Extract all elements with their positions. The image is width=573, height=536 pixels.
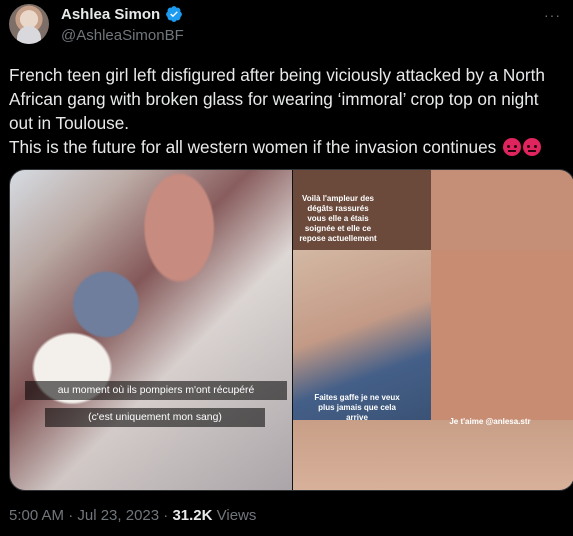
tweet-media[interactable]: au moment où ils pompiers m'ont récupéré… — [9, 169, 573, 491]
media-caption-left-2: (c'est uniquement mon sang) — [45, 408, 265, 427]
verified-badge-icon — [166, 6, 183, 22]
tweet-text-line2: This is the future for all western women… — [9, 137, 497, 157]
tweet-timestamp[interactable]: 5:00 AM · Jul 23, 2023 · — [9, 507, 172, 524]
media-caption-right-3: Je t'aime @anlesa.str — [449, 417, 531, 426]
views-label: Views — [212, 507, 257, 524]
angry-face-emoji-icon — [503, 138, 521, 156]
media-photo-left[interactable]: au moment où ils pompiers m'ont récupéré… — [10, 170, 292, 490]
media-photo-right[interactable]: Voilà l'ampleur des dégâts rassurés vous… — [293, 170, 573, 490]
user-handle[interactable]: @AshleaSimonBF — [61, 27, 184, 44]
media-caption-right-1: Voilà l'ampleur des dégâts rassurés vous… — [299, 194, 377, 243]
tweet-text: French teen girl left disfigured after b… — [9, 63, 559, 159]
media-caption-right-2: Faites gaffe je ne veux plus jamais que … — [314, 393, 400, 422]
angry-face-emoji-icon — [523, 138, 541, 156]
tweet-footer: 5:00 AM · Jul 23, 2023 · 31.2K Views — [9, 507, 256, 524]
tweet-header: Ashlea Simon @AshleaSimonBF ··· — [0, 0, 573, 54]
display-name[interactable]: Ashlea Simon — [61, 6, 160, 23]
more-options-icon[interactable]: ··· — [544, 7, 561, 23]
name-row: Ashlea Simon — [61, 5, 183, 23]
views-count: 31.2K — [172, 507, 213, 524]
tweet-text-line1: French teen girl left disfigured after b… — [9, 65, 545, 133]
avatar[interactable] — [9, 4, 49, 44]
media-caption-left-1: au moment où ils pompiers m'ont récupéré — [25, 381, 287, 400]
